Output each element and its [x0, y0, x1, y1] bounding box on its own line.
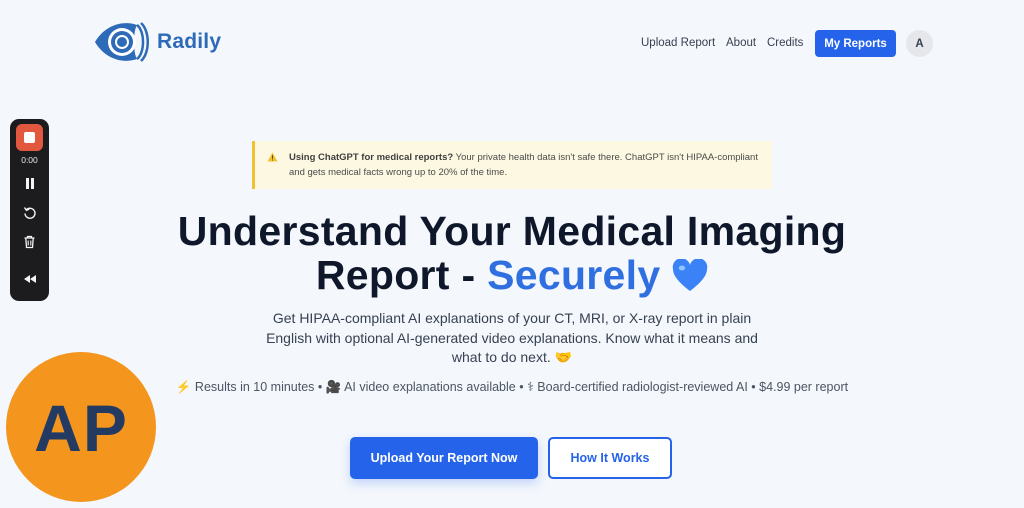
warning-title: Using ChatGPT for medical reports? [289, 152, 454, 163]
eye-logo-icon [95, 22, 149, 62]
nav-credits[interactable]: Credits [767, 37, 803, 49]
brand-name: Radily [157, 30, 222, 53]
user-avatar[interactable]: A [906, 30, 933, 57]
upload-report-button[interactable]: Upload Your Report Now [350, 437, 538, 479]
hero-title-line1: Understand Your Medical Imaging [177, 208, 847, 254]
stop-icon [24, 132, 35, 143]
my-reports-button[interactable]: My Reports [815, 30, 896, 57]
pause-icon [25, 178, 34, 189]
presenter-initials: AP [34, 391, 128, 465]
nav-about[interactable]: About [726, 37, 756, 49]
blue-heart-icon [672, 259, 708, 291]
warning-icon [267, 152, 278, 162]
how-it-works-button[interactable]: How It Works [548, 437, 672, 479]
hero-title-line2: Report - Securely [0, 253, 1024, 297]
presenter-avatar: AP [6, 352, 156, 502]
warning-banner: Using ChatGPT for medical reports? Your … [252, 141, 772, 189]
hero-title-accent: Securely [487, 252, 661, 298]
nav-upload-report[interactable]: Upload Report [641, 37, 715, 49]
hero-subtitle: Get HIPAA-compliant AI explanations of y… [266, 310, 758, 365]
recording-timer: 0:00 [21, 155, 38, 165]
hero-title-prefix: Report - [315, 252, 488, 298]
pause-button[interactable] [10, 177, 49, 190]
brand-logo[interactable]: Radily [93, 17, 221, 67]
hero-title: Understand Your Medical Imaging Report -… [0, 209, 1024, 297]
feature-list: ⚡ Results in 10 minutes • 🎥 AI video exp… [175, 380, 849, 394]
stop-recording-button[interactable] [16, 124, 43, 151]
